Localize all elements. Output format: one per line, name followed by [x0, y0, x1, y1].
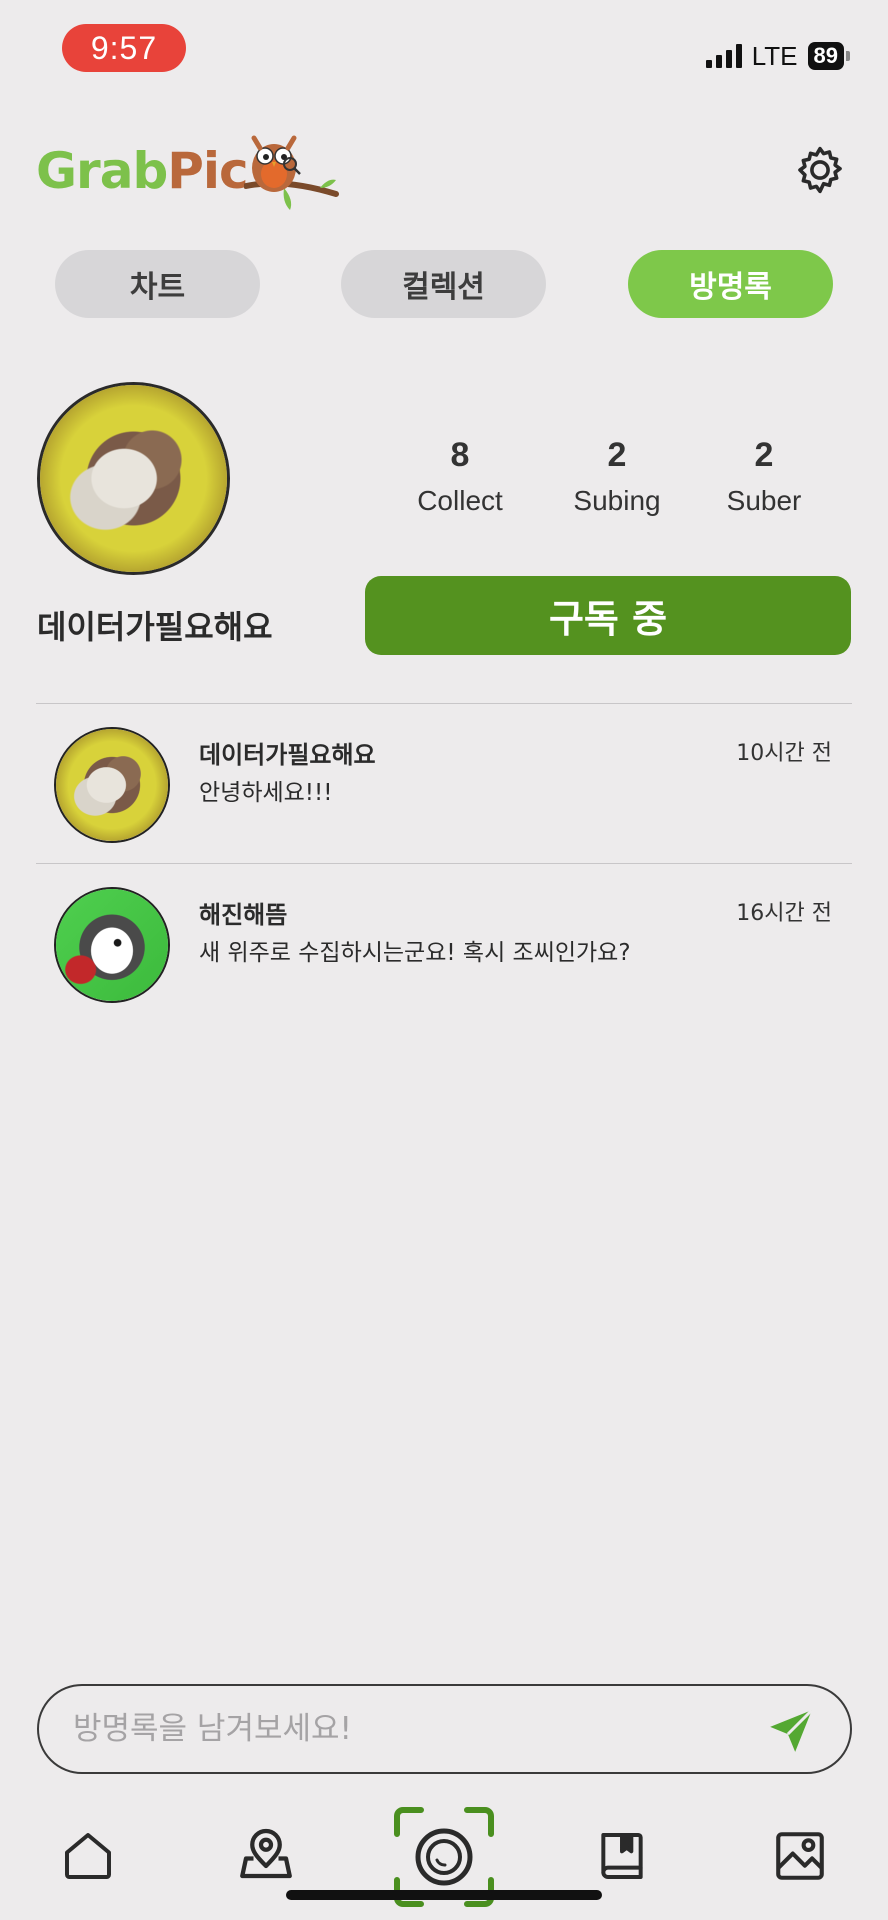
guestbook-entry: 해진해뜸 16시간 전 새 위주로 수집하시는군요! 혹시 조씨인가요? [36, 887, 852, 1037]
stat-collect-label: Collect [417, 485, 503, 516]
entry-author[interactable]: 데이터가필요해요 [199, 735, 376, 770]
guestbook-input[interactable] [73, 1686, 753, 1772]
stat-collect-value: 8 [450, 436, 470, 474]
subscribe-button[interactable]: 구독 중 [365, 576, 851, 655]
status-time: 9:57 [62, 24, 186, 72]
logo-text: GrabPic [36, 142, 249, 200]
tab-chart[interactable]: 차트 [55, 250, 260, 318]
entry-time: 10시간 전 [736, 741, 832, 766]
guestbook-screen: 9:57 LTE 89 GrabPic 차트 컬렉션 방명록 데이터가필요해요 … [0, 0, 888, 1920]
entry-time: 16시간 전 [736, 901, 832, 926]
entry-author[interactable]: 해진해뜸 [199, 895, 287, 930]
stat-subing[interactable]: 2 Subing [547, 436, 687, 517]
tab-collection[interactable]: 컬렉션 [341, 250, 546, 318]
signal-icon [705, 44, 742, 68]
map-pin-icon[interactable] [236, 1826, 296, 1886]
battery-level: 89 [807, 42, 844, 70]
profile-avatar[interactable] [37, 382, 230, 575]
entry-text: 안녕하세요!!! [199, 780, 333, 806]
stat-suber-label: Suber [726, 485, 802, 516]
settings-gear-icon[interactable] [792, 142, 848, 198]
entry-avatar[interactable] [54, 887, 170, 1003]
status-indicators: LTE 89 [705, 40, 850, 72]
stat-subing-label: Subing [573, 485, 661, 516]
divider [36, 863, 852, 864]
owl-logo-icon [243, 135, 339, 210]
stat-suber[interactable]: 2 Suber [694, 436, 834, 517]
battery-icon: 89 [807, 42, 850, 70]
book-icon[interactable] [592, 1826, 652, 1886]
entry-text: 새 위주로 수집하시는군요! 혹시 조씨인가요? [199, 940, 631, 966]
profile-username: 데이터가필요해요 [37, 608, 273, 646]
home-indicator[interactable] [286, 1890, 602, 1900]
stat-suber-value: 2 [754, 436, 774, 474]
send-icon[interactable] [766, 1706, 816, 1756]
gallery-icon[interactable] [770, 1826, 830, 1886]
app-logo[interactable]: GrabPic [36, 126, 340, 216]
entry-avatar[interactable] [54, 727, 170, 843]
divider [36, 703, 852, 704]
stat-collect[interactable]: 8 Collect [390, 436, 530, 517]
guestbook-entry: 데이터가필요해요 10시간 전 안녕하세요!!! [36, 727, 852, 877]
network-type: LTE [751, 40, 798, 71]
guestbook-input-box [37, 1684, 852, 1774]
tab-guestbook[interactable]: 방명록 [628, 250, 833, 318]
tab-bar: 차트 컬렉션 방명록 [55, 250, 833, 318]
home-icon[interactable] [58, 1826, 118, 1886]
stat-subing-value: 2 [607, 436, 627, 474]
